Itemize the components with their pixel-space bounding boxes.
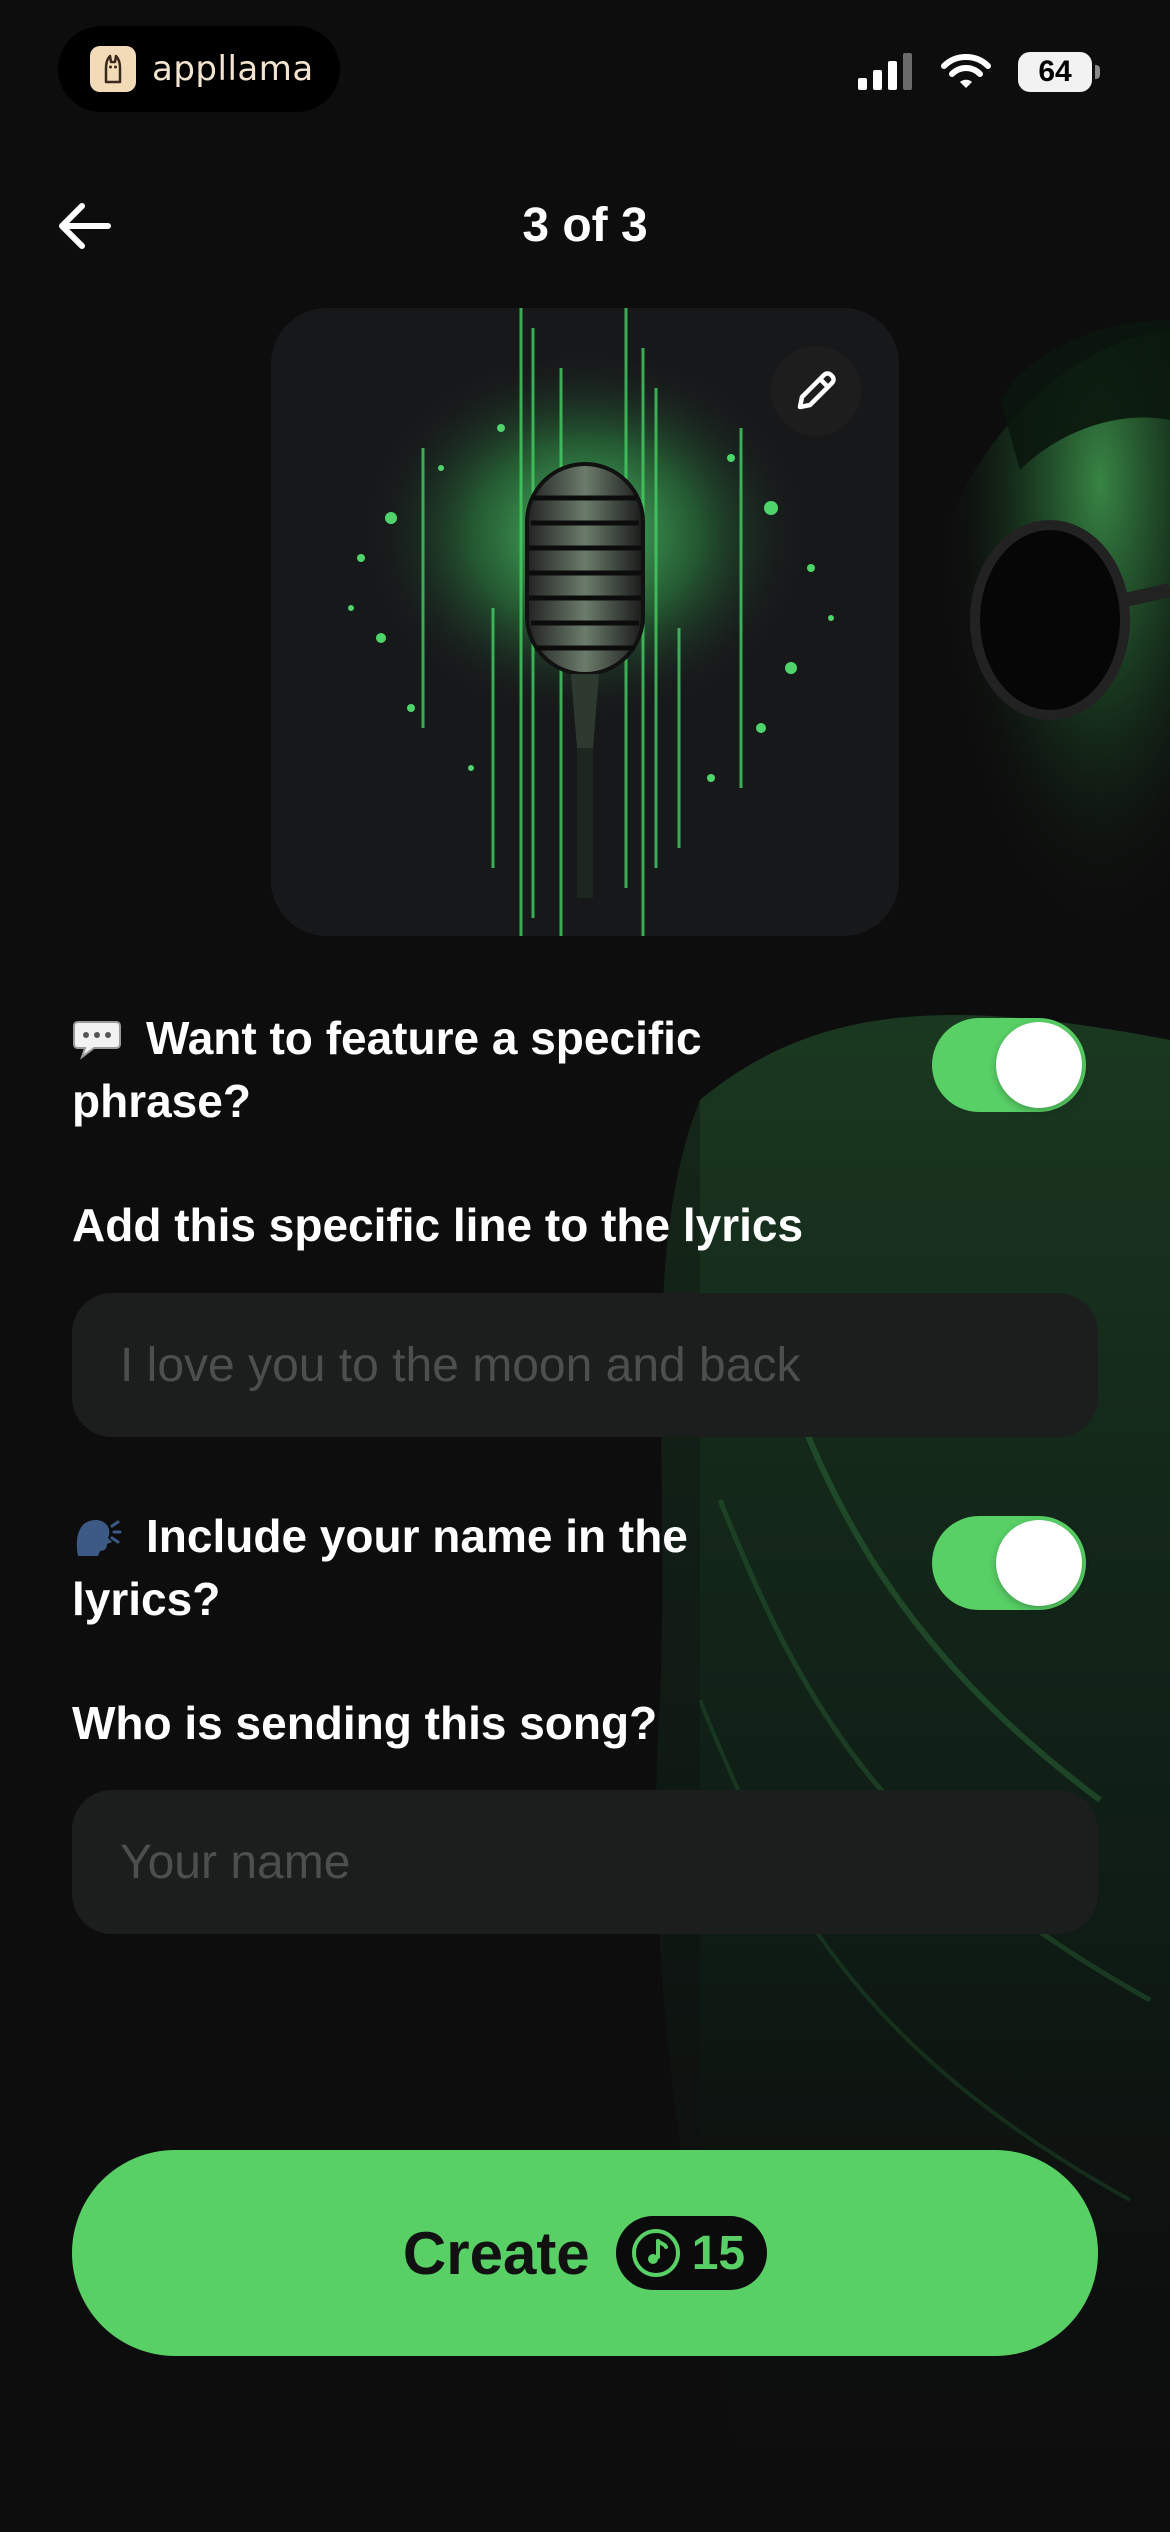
feature-phrase-row: Want to feature a specific phrase? <box>72 1010 1098 1130</box>
step-indicator: 3 of 3 <box>522 199 648 252</box>
llama-logo-icon <box>90 46 136 92</box>
phrase-field-label: Add this specific line to the lyrics <box>72 1199 804 1251</box>
status-bar: appllama 64 <box>0 0 1170 150</box>
battery-level: 64 <box>1038 55 1072 88</box>
speaking-head-icon <box>72 1514 122 1571</box>
brand-pill: appllama <box>58 26 340 112</box>
speech-bubble-icon <box>72 1016 122 1073</box>
credit-count: 15 <box>691 2226 746 2280</box>
phrase-input[interactable] <box>72 1293 1098 1437</box>
create-button[interactable]: Create 15 <box>72 2150 1098 2356</box>
battery-icon: 64 <box>1018 52 1100 92</box>
include-name-row: Include your name in the lyrics? <box>72 1508 1098 1628</box>
song-cover-art <box>271 308 899 936</box>
create-button-label: Create <box>402 2219 590 2287</box>
sender-field-label: Who is sending this song? <box>72 1697 658 1749</box>
header: 3 of 3 <box>0 180 1170 270</box>
toggle-knob <box>996 1520 1082 1606</box>
edit-cover-button[interactable] <box>771 346 861 436</box>
feature-phrase-toggle[interactable] <box>932 1018 1086 1112</box>
include-name-text: Include your name in the lyrics? <box>72 1510 688 1625</box>
pencil-icon <box>797 371 836 410</box>
toggle-knob <box>996 1022 1082 1108</box>
cellular-signal-icon <box>858 53 912 90</box>
credit-cost-badge: 15 <box>615 2216 768 2290</box>
wifi-icon <box>941 54 991 88</box>
music-note-icon <box>631 2229 680 2277</box>
brand-name: appllama <box>152 49 314 89</box>
feature-phrase-text: Want to feature a specific phrase? <box>72 1012 702 1127</box>
sender-name-input[interactable] <box>72 1790 1098 1934</box>
feature-phrase-question: Want to feature a specific phrase? <box>72 1010 832 1130</box>
include-name-question: Include your name in the lyrics? <box>72 1508 832 1628</box>
include-name-toggle[interactable] <box>932 1516 1086 1610</box>
